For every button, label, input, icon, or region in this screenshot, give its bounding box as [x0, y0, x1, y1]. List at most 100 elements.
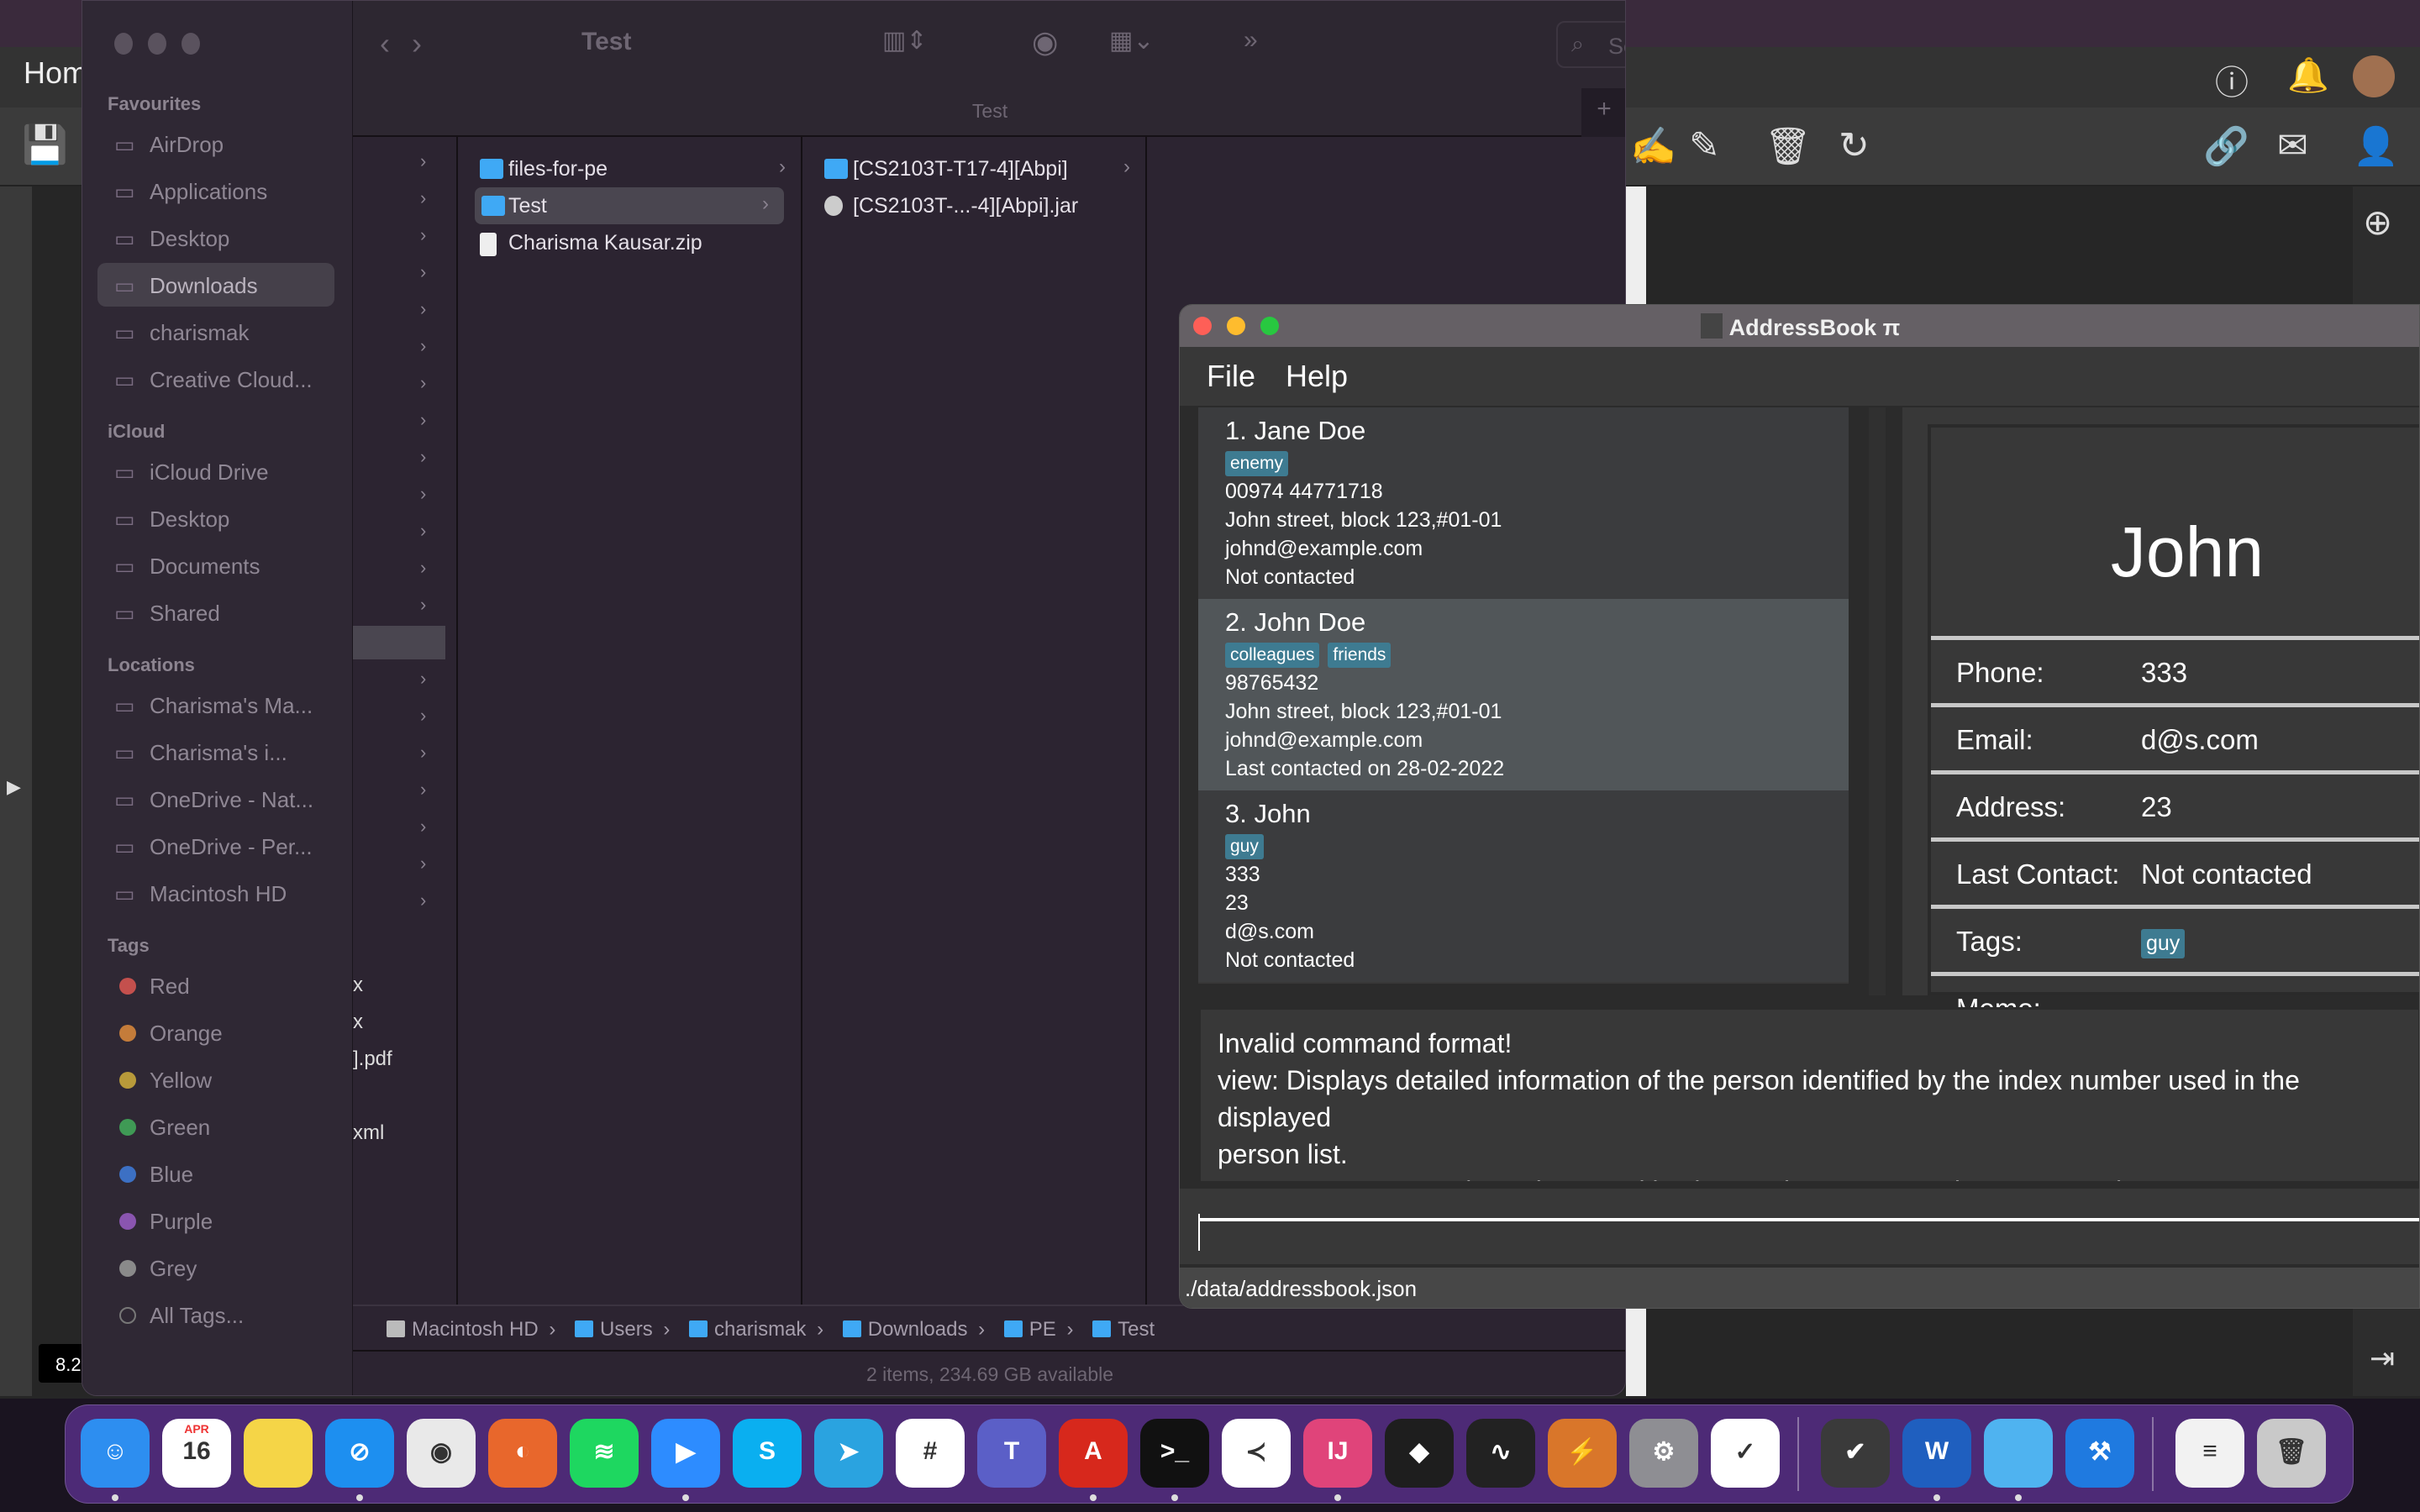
person-card[interactable]: 1. Jane Doe enemy 00974 44771718 John stree…	[1198, 407, 1849, 599]
tab-title[interactable]: Test	[353, 100, 1625, 123]
sidebar-item-airdrop[interactable]: ▭ AirDrop	[97, 122, 334, 165]
file-item[interactable]: Charisma Kausar.zip	[458, 224, 801, 261]
collapse-icon[interactable]: ⇥	[2370, 1341, 2395, 1376]
path-item[interactable]: Users	[566, 1318, 653, 1341]
chevron-right-icon[interactable]: ›	[420, 335, 441, 357]
file-item[interactable]: [CS2103T-T17-4][Abpi] ›	[802, 150, 1145, 187]
chevron-right-icon[interactable]: ›	[420, 705, 441, 727]
dock-sketch-tool-icon[interactable]: ✔	[1821, 1419, 1890, 1488]
sidebar-item-charismak[interactable]: ▭ charismak	[97, 310, 334, 354]
help-icon[interactable]: ⓘ	[2215, 55, 2249, 104]
dock-activity-monitor-icon[interactable]: ∿	[1466, 1419, 1535, 1488]
column-view-icon[interactable]: ▥⇕	[882, 26, 927, 55]
close-button[interactable]	[1193, 317, 1212, 335]
bell-icon[interactable]: 🔔	[2287, 55, 2329, 95]
dock-zoom-icon[interactable]: ▶	[651, 1419, 720, 1488]
link-icon[interactable]: 🔗	[2203, 124, 2249, 168]
more-toolbar-icon[interactable]: »	[1244, 26, 1258, 55]
dock-word-icon[interactable]: W	[1902, 1419, 1971, 1488]
dock-folder-icon[interactable]	[1984, 1419, 2053, 1488]
sidebar-item-orange[interactable]: Orange	[97, 1011, 334, 1054]
dock-notes-icon[interactable]	[244, 1419, 313, 1488]
dock-teams-icon[interactable]: T	[977, 1419, 1046, 1488]
dock-intellij-icon[interactable]: IJ	[1303, 1419, 1372, 1488]
chevron-right-icon[interactable]: ›	[420, 742, 441, 764]
path-item[interactable]: charismak	[681, 1318, 806, 1341]
dock-terminal-icon[interactable]: >_	[1140, 1419, 1209, 1488]
dock-todoist-icon[interactable]: ✓	[1711, 1419, 1780, 1488]
dock-calendar-icon[interactable]: APR 16	[162, 1419, 231, 1488]
dock-slack-icon[interactable]: #	[896, 1419, 965, 1488]
chevron-right-icon[interactable]: ›	[420, 409, 441, 431]
sidebar-item-grey[interactable]: Grey	[97, 1246, 334, 1289]
sidebar-item-charisma-s-i-[interactable]: ▭ Charisma's i...	[97, 730, 334, 774]
chevron-right-icon[interactable]: ›	[420, 150, 441, 172]
chevron-right-icon[interactable]: ›	[420, 520, 441, 542]
zoom-button[interactable]	[1260, 317, 1279, 335]
sidebar-item-yellow[interactable]: Yellow	[97, 1058, 334, 1101]
sidebar-item-downloads[interactable]: ▭ Downloads	[97, 263, 334, 307]
chevron-right-icon[interactable]: ›	[420, 483, 441, 505]
group-icon[interactable]: ▦⌄	[1109, 26, 1154, 55]
command-box[interactable]	[1180, 1189, 2419, 1264]
dock-system-preferences-icon[interactable]: ⚙	[1629, 1419, 1698, 1488]
quick-look-icon[interactable]: ◉	[1032, 24, 1058, 60]
dock-telegram-icon[interactable]: ➤	[814, 1419, 883, 1488]
dock-firefox-icon[interactable]: ◐	[488, 1419, 557, 1488]
dock-skype-icon[interactable]: S	[733, 1419, 802, 1488]
dock-trash-icon[interactable]: 🗑	[2257, 1419, 2326, 1488]
chevron-right-icon[interactable]: ›	[420, 372, 441, 394]
avatar[interactable]	[2353, 55, 2395, 97]
dock-xcode-icon[interactable]: ⚒	[2065, 1419, 2134, 1488]
chevron-right-icon[interactable]: ›	[420, 853, 441, 874]
mail-icon[interactable]: ✉	[2277, 124, 2308, 167]
path-item[interactable]: PE	[996, 1318, 1056, 1341]
back-button[interactable]: ‹	[380, 26, 390, 61]
dock-spotify-icon[interactable]: ≋	[570, 1419, 639, 1488]
chevron-right-icon[interactable]: ›	[420, 594, 441, 616]
dock-reeder-icon[interactable]: ⚡	[1548, 1419, 1617, 1488]
dock-acrobat-icon[interactable]: A	[1059, 1419, 1128, 1488]
sidebar-item-documents[interactable]: ▭ Documents	[97, 543, 334, 587]
save-icon[interactable]: 💾	[22, 123, 68, 166]
minimize-button[interactable]	[1227, 317, 1245, 335]
expand-arrow-icon[interactable]: ▶	[7, 776, 21, 798]
file-item[interactable]: Test ›	[475, 187, 784, 224]
sidebar-item-onedrive-per-[interactable]: ▭ OneDrive - Per...	[97, 824, 334, 868]
menu-file[interactable]: File	[1207, 359, 1255, 394]
redo-icon[interactable]: ↻	[1839, 124, 1870, 167]
sidebar-item-blue[interactable]: Blue	[97, 1152, 334, 1195]
chevron-right-icon[interactable]: ›	[420, 779, 441, 801]
sidebar-item-red[interactable]: Red	[97, 963, 334, 1007]
new-tab-button[interactable]: +	[1581, 88, 1625, 137]
minimize-button[interactable]	[148, 33, 166, 55]
chevron-right-icon[interactable]: ›	[420, 298, 441, 320]
dock-figma-icon[interactable]: ◆	[1385, 1419, 1454, 1488]
menu-help[interactable]: Help	[1286, 359, 1348, 394]
trash-icon[interactable]: 🗑	[1765, 124, 1812, 168]
sidebar-item-icloud-drive[interactable]: ▭ iCloud Drive	[97, 449, 334, 493]
chevron-right-icon[interactable]: ›	[420, 816, 441, 837]
chevron-right-icon[interactable]: ›	[420, 187, 441, 209]
person-card[interactable]: 3. John guy 333 23 d@s.com Not contacted	[1198, 790, 1849, 982]
sidebar-item-green[interactable]: Green	[97, 1105, 334, 1148]
add-user-icon[interactable]: 👤	[2353, 124, 2399, 168]
path-item[interactable]: Downloads	[834, 1318, 967, 1341]
sidebar-item-applications[interactable]: ▭ Applications	[97, 169, 334, 213]
chevron-right-icon[interactable]: ›	[420, 446, 441, 468]
dock-safari-icon[interactable]: ⊘	[325, 1419, 394, 1488]
dock-document-icon[interactable]: ≡	[2175, 1419, 2244, 1488]
person-card[interactable]: 2. John Doe colleagues friends 98765432 John…	[1198, 599, 1849, 790]
zoom-in-icon[interactable]: ⊕	[2363, 202, 2392, 243]
sidebar-item-macintosh-hd[interactable]: ▭ Macintosh HD	[97, 871, 334, 915]
sidebar-item-creative-cloud-[interactable]: ▭ Creative Cloud...	[97, 357, 334, 401]
chevron-right-icon[interactable]: ›	[420, 890, 441, 911]
sidebar-item-desktop[interactable]: ▭ Desktop	[97, 216, 334, 260]
path-item[interactable]: Test	[1084, 1318, 1155, 1341]
dock-chrome-icon[interactable]: ◉	[407, 1419, 476, 1488]
dock-vscode-icon[interactable]: ≺	[1222, 1419, 1291, 1488]
path-item[interactable]: Macintosh HD	[378, 1318, 539, 1341]
chevron-right-icon[interactable]: ›	[420, 224, 441, 246]
sidebar-item-desktop[interactable]: ▭ Desktop	[97, 496, 334, 540]
search-input[interactable]: ⌕ Search	[1556, 21, 1625, 68]
